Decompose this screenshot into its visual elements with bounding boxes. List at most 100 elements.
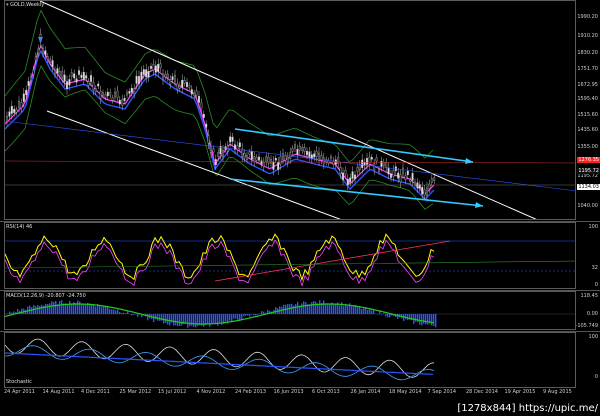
- candle-body: [267, 157, 270, 164]
- macd-chart-svg[interactable]: [5, 292, 576, 330]
- macd-histogram-bar: [229, 314, 231, 321]
- macd-histogram-bar: [131, 314, 133, 316]
- rsi-plot[interactable]: [4, 222, 576, 289]
- stoch-pane[interactable]: 100 0 Stochastic: [0, 331, 600, 388]
- rsi-pane[interactable]: RSI(14) 46 100 32 0: [0, 221, 600, 289]
- price-pane[interactable]: ▾ GOLD,Weekly 1990.20 1910.20 1830.20 1751.…: [0, 0, 600, 220]
- candle-body: [207, 135, 210, 144]
- macd-histogram-bar: [189, 314, 191, 327]
- rsi-chart-svg[interactable]: [5, 223, 576, 289]
- candle-body: [109, 92, 112, 96]
- macd-histogram-bar: [275, 307, 277, 314]
- candle-body: [246, 155, 248, 160]
- price-axis-tick: 1355.00: [577, 144, 598, 150]
- candle-body: [30, 76, 32, 81]
- candle-body: [229, 136, 232, 143]
- candle-body: [356, 167, 359, 173]
- candle-body: [10, 106, 13, 114]
- macd-histogram-bar: [175, 314, 177, 326]
- price-axis[interactable]: 1990.20 1910.20 1830.20 1751.70 1672.95 1595.…: [576, 0, 600, 220]
- candle-body: [339, 167, 342, 174]
- candle-body: [270, 159, 272, 164]
- stoch-axis-bottom: 0: [594, 374, 598, 380]
- candle-body: [210, 145, 212, 154]
- macd-histogram-bar: [37, 304, 39, 314]
- candle-body: [32, 69, 35, 75]
- candle-body: [253, 156, 256, 163]
- time-axis-tick: 25 Mar 2012: [119, 389, 152, 395]
- candle-body: [198, 95, 200, 103]
- chart-window[interactable]: ▾ GOLD,Weekly 1990.20 1910.20 1830.20 1751.…: [0, 0, 600, 416]
- macd-pane[interactable]: MACD(12,26,9) -20.807 -24.750 118.45 0.0…: [0, 290, 600, 330]
- macd-histogram-bar: [419, 314, 421, 325]
- stoch-plot[interactable]: [4, 332, 576, 388]
- price-axis-tick: 1595.40: [577, 96, 598, 102]
- rsi-axis[interactable]: 100 32 0: [576, 222, 600, 289]
- candle-body: [94, 88, 97, 92]
- price-chart-svg[interactable]: [5, 1, 576, 220]
- macd-histogram-bar: [405, 314, 407, 320]
- candle-body: [426, 187, 428, 196]
- stoch-bottom-label: Stochastic: [6, 379, 32, 385]
- candle-body: [114, 92, 116, 98]
- candle-body: [138, 76, 140, 84]
- candle-body: [390, 173, 392, 178]
- macd-histogram-bar: [155, 314, 157, 320]
- macd-histogram-bar: [325, 303, 327, 314]
- macd-histogram-bar: [423, 314, 425, 324]
- candle-body: [92, 82, 95, 90]
- macd-histogram-bar: [103, 306, 105, 314]
- stoch-axis[interactable]: 100 0: [576, 332, 600, 388]
- price-axis-tick: 1515.60: [577, 112, 598, 118]
- candle-body: [428, 183, 431, 189]
- macd-histogram-bar: [367, 309, 369, 314]
- price-axis-tick: 1910.20: [577, 33, 598, 39]
- macd-histogram-bar: [421, 314, 423, 326]
- macd-histogram-bar: [257, 314, 259, 315]
- macd-axis[interactable]: 118.45 0.00 -105.749: [576, 291, 600, 330]
- macd-histogram-bar: [85, 303, 87, 314]
- candle-body: [296, 149, 299, 155]
- macd-histogram-bar: [47, 303, 49, 314]
- macd-histogram-bar: [233, 314, 235, 319]
- macd-histogram-bar: [187, 314, 189, 328]
- candle-body: [169, 79, 172, 85]
- macd-histogram-bar: [125, 313, 127, 314]
- candle-body: [298, 145, 301, 151]
- candle-body: [409, 179, 412, 182]
- time-axis-tick: 26 Jan 2014: [350, 389, 381, 395]
- macd-histogram-bar: [371, 310, 373, 314]
- candle-body: [178, 85, 181, 89]
- candle-body: [354, 174, 356, 180]
- candle-body: [200, 102, 203, 109]
- macd-histogram-bar: [329, 303, 331, 314]
- candle-body: [205, 123, 208, 128]
- time-axis-tick: 7 Sep 2014: [427, 389, 457, 395]
- macd-histogram-bar: [41, 304, 43, 314]
- candle-body: [349, 177, 352, 183]
- macd-histogram-bar: [137, 314, 139, 317]
- candle-body: [20, 102, 23, 108]
- candle-body: [361, 159, 364, 168]
- slow-moving-average-line: [5, 49, 435, 200]
- macd-histogram-bar: [435, 314, 437, 328]
- macd-histogram-bar: [259, 313, 261, 314]
- stoch-chart-svg[interactable]: [5, 333, 576, 388]
- candle-body: [121, 99, 124, 106]
- candle-body: [54, 70, 56, 75]
- candle-body: [399, 174, 402, 183]
- candle-body: [378, 169, 380, 172]
- macd-plot[interactable]: [4, 291, 576, 330]
- macd-histogram-bar: [203, 314, 205, 327]
- macd-histogram-bar: [195, 314, 197, 328]
- price-plot[interactable]: [4, 0, 576, 220]
- macd-histogram-bar: [219, 314, 221, 324]
- time-axis[interactable]: 24 Apr 2011 14 Aug 2011 4 Dec 2011 25 Mar 2…: [0, 388, 600, 398]
- macd-histogram-bar: [303, 301, 305, 314]
- candle-body: [25, 89, 28, 95]
- macd-histogram-bar: [361, 308, 363, 314]
- macd-histogram-bar: [297, 301, 299, 314]
- candle-body: [68, 79, 71, 86]
- time-axis-tick: 9 Aug 2015: [543, 389, 572, 395]
- price-axis-tick: 1990.20: [577, 14, 598, 20]
